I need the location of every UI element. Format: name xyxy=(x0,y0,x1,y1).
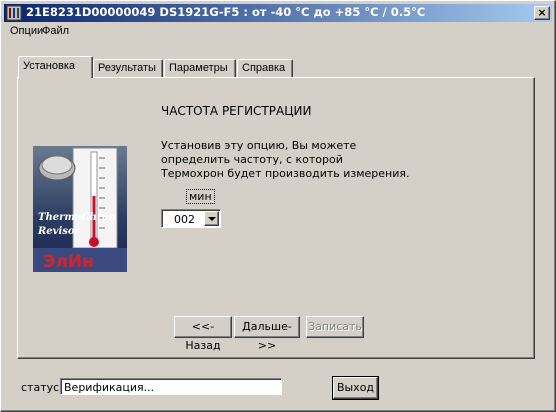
description-line: Термохрон будет производить измерения. xyxy=(161,167,410,180)
unit-label: мин xyxy=(186,189,215,204)
interval-select-value: 002 xyxy=(174,213,195,226)
section-heading: ЧАСТОТА РЕГИСТРАЦИИ xyxy=(161,104,312,118)
tab-results[interactable]: Результаты xyxy=(93,59,163,77)
next-button[interactable]: Дальше->> xyxy=(234,316,300,352)
app-icon xyxy=(6,5,22,21)
status-field: Верификация... xyxy=(60,378,282,395)
tab-parameters[interactable]: Параметры xyxy=(164,59,236,77)
back-button[interactable]: <<-Назад xyxy=(174,316,232,352)
thermochron-logo: ThermoChron Revisor ЭлИн xyxy=(33,146,127,272)
menu-options[interactable]: Опции xyxy=(10,25,43,37)
close-icon: × xyxy=(537,6,547,19)
interval-select[interactable]: 002 xyxy=(161,209,221,228)
menu-file[interactable]: Файл xyxy=(42,25,69,37)
window-title: 21E8231D00000049 DS1921G-F5 : от -40 °C … xyxy=(26,5,426,19)
exit-button[interactable]: Выход xyxy=(333,377,378,399)
write-button[interactable]: Записать xyxy=(306,316,364,338)
logo-company: ЭлИн xyxy=(43,252,94,272)
close-button[interactable]: × xyxy=(534,6,550,20)
title-bar[interactable]: 21E8231D00000049 DS1921G-F5 : от -40 °C … xyxy=(4,4,552,22)
description-line: Установив эту опцию, Вы можете xyxy=(161,139,357,152)
section-description: Установив эту опцию, Вы можете определит… xyxy=(161,139,410,181)
chevron-down-icon[interactable] xyxy=(204,211,219,226)
tab-setup[interactable]: Установка xyxy=(18,56,93,78)
description-line: определить частоту, с которой xyxy=(161,153,343,166)
app-window: 21E8231D00000049 DS1921G-F5 : от -40 °C … xyxy=(0,0,556,412)
status-label: статус xyxy=(21,381,60,394)
tab-help[interactable]: Справка xyxy=(237,59,293,77)
menu-bar: Опции Файл xyxy=(4,23,552,41)
logo-brand-line2: Revisor xyxy=(37,226,81,237)
logo-brand-line1: ThermoChron xyxy=(38,212,116,223)
